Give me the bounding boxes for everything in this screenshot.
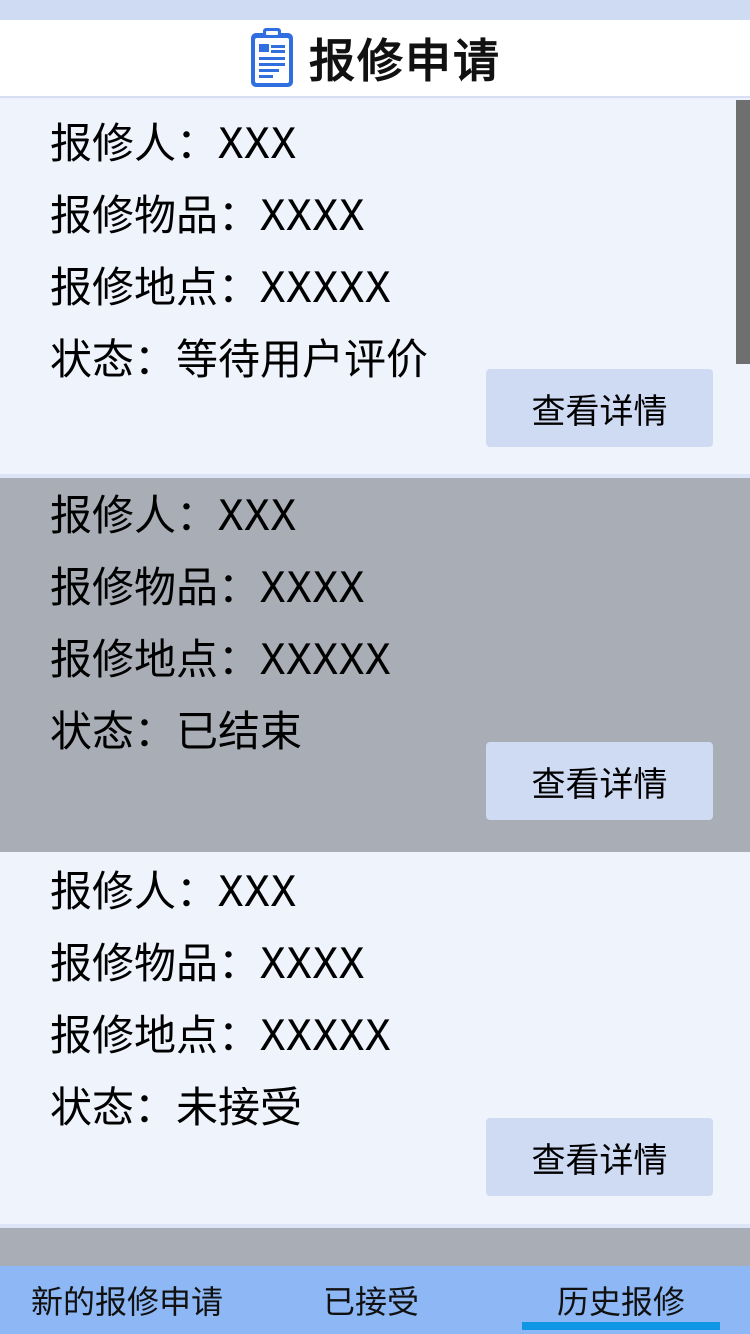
reporter-label: 报修人：: [50, 491, 219, 540]
item-value: XXXX: [260, 191, 366, 240]
status-label: 状态：: [50, 1083, 177, 1132]
reporter-value: XXX: [218, 867, 297, 916]
scrollbar[interactable]: [736, 100, 750, 364]
reporter-value: XXX: [218, 491, 297, 540]
view-details-button[interactable]: 查看详情: [486, 742, 713, 820]
status-label: 状态：: [50, 707, 177, 756]
location-value: XXXXX: [260, 263, 392, 312]
location-value: XXXXX: [260, 635, 392, 684]
page-header: 报修申请: [0, 20, 750, 98]
clipboard-document-icon: [251, 28, 293, 87]
reporter-label: 报修人：: [50, 867, 219, 916]
repair-card-partial: [0, 1228, 750, 1268]
status-row: 状态：等待用户评价: [50, 336, 428, 384]
item-label: 报修物品：: [50, 563, 261, 612]
location-row: 报修地点：XXXXX: [50, 636, 391, 684]
status-row: 状态：未接受: [50, 1084, 302, 1132]
item-label: 报修物品：: [50, 191, 261, 240]
reporter-row: 报修人：XXX: [50, 492, 297, 540]
page-title: 报修申请: [309, 34, 501, 88]
status-label: 状态：: [50, 335, 177, 384]
item-row: 报修物品：XXXX: [50, 192, 365, 240]
reporter-label: 报修人：: [50, 119, 219, 168]
repair-card: 报修人：XXX 报修物品：XXXX 报修地点：XXXXX 状态：未接受 查看详情: [0, 852, 750, 1224]
status-row: 状态：已结束: [50, 708, 302, 756]
repair-card: 报修人：XXX 报修物品：XXXX 报修地点：XXXXX 状态：等待用户评价 查…: [0, 100, 750, 474]
status-value: 等待用户评价: [176, 335, 429, 384]
tab-accepted[interactable]: 已接受: [254, 1266, 488, 1334]
location-row: 报修地点：XXXXX: [50, 1012, 391, 1060]
reporter-row: 报修人：XXX: [50, 120, 297, 168]
active-tab-indicator: [522, 1322, 720, 1330]
location-label: 报修地点：: [50, 635, 261, 684]
item-row: 报修物品：XXXX: [50, 564, 365, 612]
location-label: 报修地点：: [50, 1011, 261, 1060]
item-label: 报修物品：: [50, 939, 261, 988]
reporter-row: 报修人：XXX: [50, 868, 297, 916]
status-strip: [0, 0, 750, 20]
location-label: 报修地点：: [50, 263, 261, 312]
location-row: 报修地点：XXXXX: [50, 264, 391, 312]
status-value: 未接受: [176, 1083, 303, 1132]
item-value: XXXX: [260, 563, 366, 612]
status-value: 已结束: [176, 707, 303, 756]
view-details-button[interactable]: 查看详情: [486, 369, 713, 447]
reporter-value: XXX: [218, 119, 297, 168]
repair-card: 报修人：XXX 报修物品：XXXX 报修地点：XXXXX 状态：已结束 查看详情: [0, 478, 750, 852]
location-value: XXXXX: [260, 1011, 392, 1060]
item-row: 报修物品：XXXX: [50, 940, 365, 988]
item-value: XXXX: [260, 939, 366, 988]
view-details-button[interactable]: 查看详情: [486, 1118, 713, 1196]
tab-new-requests[interactable]: 新的报修申请: [0, 1266, 254, 1334]
